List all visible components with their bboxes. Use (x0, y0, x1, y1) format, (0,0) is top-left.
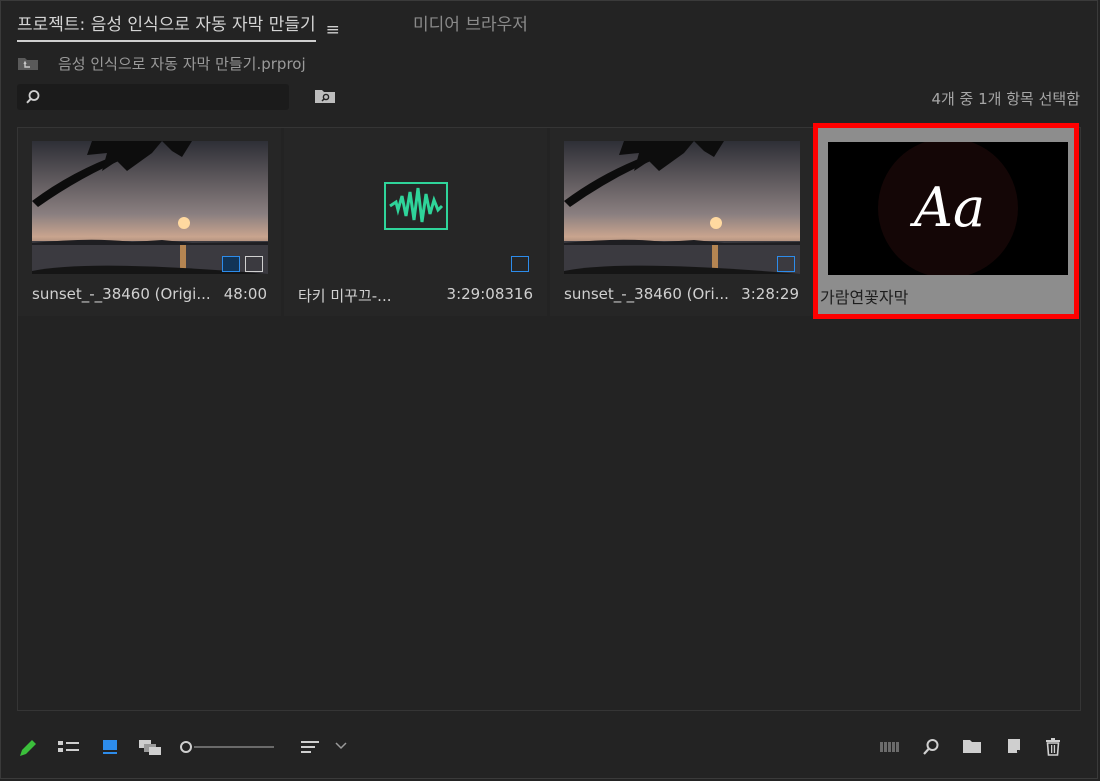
caption-thumbnail: Aa (828, 138, 1068, 278)
sequence-thumbnail (564, 141, 800, 274)
pencil-icon[interactable] (18, 738, 38, 758)
audio-badge-icon (245, 256, 263, 272)
media-item-duration: 3:29:08316 (446, 285, 533, 303)
project-filename: 음성 인식으로 자동 자막 만들기.prproj (58, 54, 306, 73)
audio-badge-icon (511, 256, 529, 272)
media-item-duration: 3:28:29 (741, 285, 799, 303)
new-item-icon[interactable] (1006, 738, 1022, 754)
folder-up-icon[interactable] (17, 55, 39, 71)
caption-preview-text: Aa (914, 176, 986, 239)
sequence-badge-icon (777, 256, 795, 272)
tab-project-label: 프로젝트: 음성 인식으로 자동 자막 만들기 (17, 15, 316, 35)
trash-icon[interactable] (1045, 738, 1061, 756)
panel-menu-icon[interactable]: ≡ (326, 20, 340, 40)
media-grid: sunset_-_38460 (Origi... 48:00 타키 미꾸끄-..… (17, 123, 1081, 711)
media-item-name: sunset_-_38460 (Ori... (564, 285, 729, 303)
new-bin-icon[interactable] (962, 738, 982, 754)
media-item[interactable]: 타키 미꾸끄-... 3:29:08316 (284, 128, 547, 316)
search-icon (26, 90, 40, 104)
search-input[interactable] (17, 84, 289, 110)
new-search-bin-icon[interactable] (314, 88, 336, 108)
panel-footer (0, 728, 1100, 768)
zoom-slider[interactable] (180, 740, 274, 754)
tab-project[interactable]: 프로젝트: 음성 인식으로 자동 자막 만들기 ≡ (17, 10, 340, 42)
media-item-duration: 48:00 (223, 285, 267, 303)
project-path: 음성 인식으로 자동 자막 만들기.prproj (17, 52, 306, 74)
media-item[interactable]: sunset_-_38460 (Origi... 48:00 (18, 128, 281, 316)
media-item-name: 가람연꽃자막 (820, 288, 909, 307)
freeform-view-icon[interactable] (138, 738, 164, 756)
media-item-name: 타키 미꾸끄-... (298, 287, 392, 305)
video-badge-icon (222, 256, 240, 272)
media-item-selected[interactable]: Aa 가람연꽃자막 (813, 123, 1079, 319)
icon-view-icon[interactable] (102, 738, 118, 756)
media-item-name: sunset_-_38460 (Origi... (32, 285, 211, 303)
active-tab-underline (17, 40, 316, 42)
find-icon[interactable] (922, 738, 940, 756)
slider-track (194, 746, 274, 748)
tab-media-browser[interactable]: 미디어 브라우저 (413, 10, 528, 35)
chevron-down-icon[interactable] (335, 742, 347, 750)
selection-count: 4개 중 1개 항목 선택함 (931, 90, 1080, 108)
video-thumbnail (32, 141, 268, 274)
audio-waveform-icon (384, 182, 448, 230)
automate-to-sequence-icon[interactable] (880, 741, 902, 753)
audio-thumbnail (298, 141, 534, 274)
sort-icon[interactable] (300, 738, 322, 756)
slider-handle[interactable] (180, 741, 192, 753)
media-item[interactable]: sunset_-_38460 (Ori... 3:28:29 (550, 128, 813, 316)
list-view-icon[interactable] (57, 738, 81, 756)
